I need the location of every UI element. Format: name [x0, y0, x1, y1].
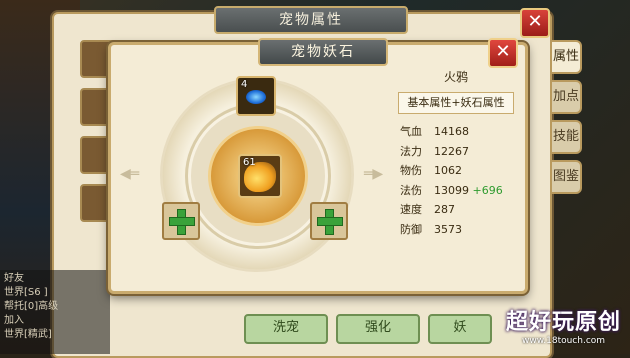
stone-count: 4 — [241, 79, 248, 90]
enhance-button[interactable]: 强化 — [336, 314, 420, 344]
stat-value: 1062 — [434, 164, 462, 177]
wash-pet-button[interactable]: 洗宠 — [244, 314, 328, 344]
stat-label: 速度 — [400, 203, 422, 216]
side-tab-bar: 属性 加点 技能 图鉴 — [550, 40, 582, 200]
stat-row-magic-damage: 法伤 13099 +696 — [400, 181, 514, 201]
chat-line: 世界[S6 ] — [4, 287, 48, 298]
tab-skills[interactable]: 技能 — [550, 120, 582, 154]
stat-label: 法力 — [400, 144, 422, 158]
tab-codex[interactable]: 图鉴 — [550, 160, 582, 194]
add-stone-left-button[interactable] — [162, 202, 200, 240]
left-wing-ornament: ◀═ — [120, 166, 140, 182]
pet-attributes-title: 宠物属性 — [214, 6, 408, 34]
stat-label: 气血 — [400, 125, 422, 138]
site-watermark-logo: 超好玩原创 www.18touch.com — [500, 300, 626, 350]
stat-label: 物伤 — [400, 164, 422, 177]
stat-value: 12267 — [434, 144, 469, 158]
chat-window[interactable]: 好友 世界[S6 ] 帮托[0]高级 加入 世界[精武] — [0, 270, 110, 354]
stat-value: 13099 — [434, 183, 469, 197]
bottom-button-bar: 洗宠 强化 妖 — [244, 314, 504, 344]
plus-icon — [317, 209, 343, 235]
stat-label: 法伤 — [400, 183, 422, 197]
watermark-text: 超好玩原创 — [506, 310, 622, 335]
stat-row-physical-damage: 物伤 1062 — [400, 161, 514, 181]
dialog-close-button[interactable]: ✕ — [488, 38, 518, 68]
chat-line: 加入 — [4, 315, 24, 326]
watermark-url: www.18touch.com — [522, 336, 606, 346]
plus-icon — [169, 209, 195, 235]
attribute-mode-button[interactable]: 基本属性+妖石属性 — [398, 92, 514, 114]
stone-ring-area: ◀═ ═▶ 4 61 — [112, 66, 398, 284]
chat-line: 好友 — [4, 273, 24, 284]
chat-line: 世界[精武] — [4, 329, 52, 340]
pet-level: 61 — [243, 157, 256, 168]
outer-close-button[interactable]: ✕ — [520, 8, 550, 38]
add-stone-right-button[interactable] — [310, 202, 348, 240]
tab-add-points[interactable]: 加点 — [550, 80, 582, 114]
stat-value: 14168 — [434, 125, 469, 138]
demon-stone-slot[interactable]: 4 — [236, 76, 276, 116]
stat-list: 气血 14168 法力 12267 物伤 1062 法伤 13099 +696 速度 28… — [400, 122, 514, 239]
dialog-title: 宠物妖石 — [258, 38, 388, 66]
stat-row-speed: 速度 287 — [400, 200, 514, 220]
stat-label: 防御 — [400, 222, 422, 236]
pet-name: 火鸦 — [443, 70, 468, 84]
right-wing-ornament: ═▶ — [364, 166, 384, 182]
blue-stone-icon — [246, 90, 266, 104]
chat-line: 帮托[0]高级 — [4, 301, 59, 312]
stat-value: 287 — [434, 203, 455, 216]
stat-row-mana: 法力 12267 — [400, 142, 514, 162]
stat-row-defense: 防御 3573 — [400, 220, 514, 240]
demon-stone-button[interactable]: 妖 — [428, 314, 492, 344]
stat-row-hp: 气血 14168 — [400, 122, 514, 142]
stat-value: 3573 — [434, 222, 462, 236]
stat-bonus: +696 — [472, 183, 503, 197]
tab-attributes[interactable]: 属性 — [550, 40, 582, 74]
pet-portrait-slot[interactable]: 61 — [238, 154, 282, 198]
